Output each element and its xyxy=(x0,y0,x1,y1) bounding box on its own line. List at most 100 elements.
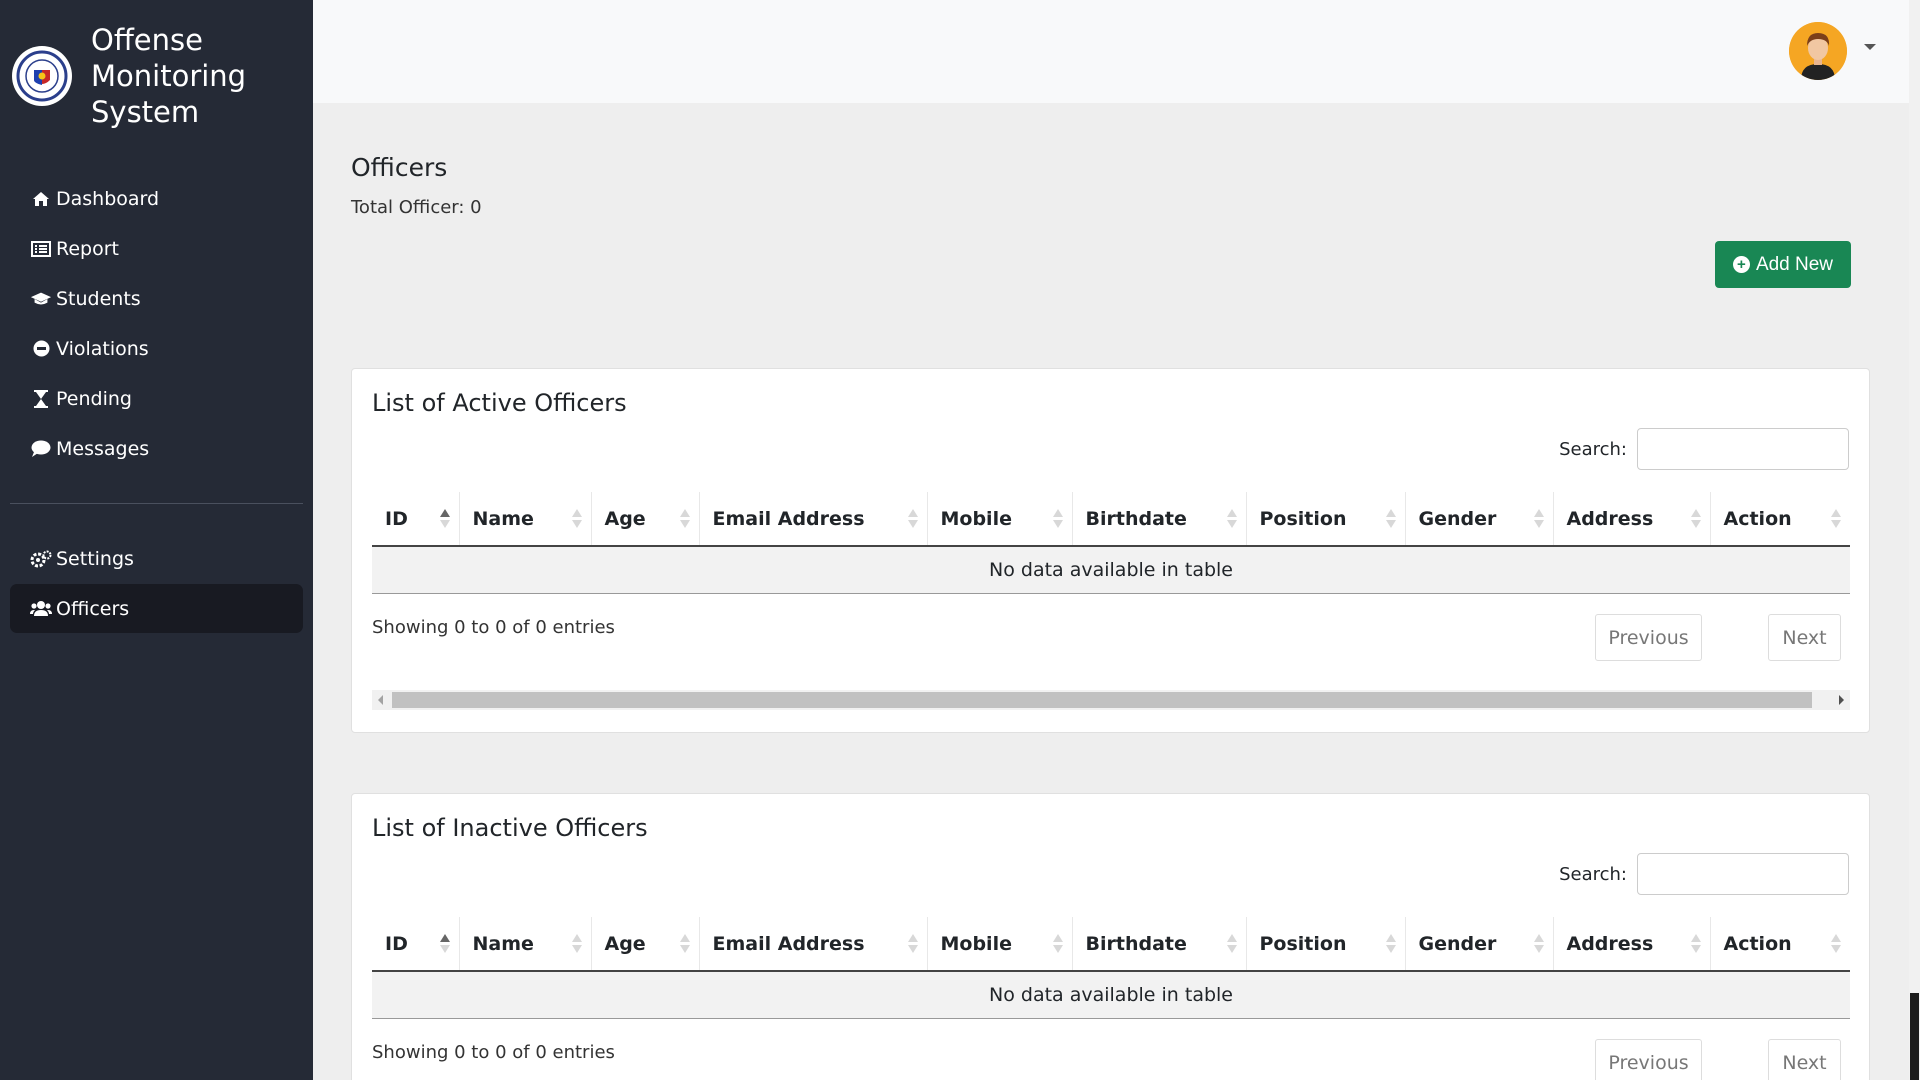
column-header-gender[interactable]: Gender xyxy=(1405,492,1554,547)
column-label: Address xyxy=(1566,932,1654,955)
table-row: No data available in table xyxy=(372,971,1850,1019)
column-label: Email Address xyxy=(712,932,865,955)
sidebar-item-label: Violations xyxy=(56,337,149,360)
column-label: Birthdate xyxy=(1085,507,1187,530)
sort-icon xyxy=(1385,509,1396,529)
sidebar-item-officers[interactable]: Officers xyxy=(10,584,303,633)
sort-icon xyxy=(679,934,690,954)
column-header-email[interactable]: Email Address xyxy=(699,492,928,547)
sidebar-item-messages[interactable]: Messages xyxy=(10,424,303,473)
sort-icon xyxy=(1052,934,1063,954)
column-header-email[interactable]: Email Address xyxy=(699,917,928,972)
active-search-input[interactable] xyxy=(1637,428,1849,470)
sidebar-item-label: Students xyxy=(56,287,141,310)
user-avatar-icon[interactable] xyxy=(1789,22,1847,80)
home-icon xyxy=(30,191,52,207)
app-title-line2: Monitoring xyxy=(91,59,247,93)
sort-icon xyxy=(439,934,450,954)
scroll-right-arrow-icon[interactable] xyxy=(1839,695,1844,705)
search-label: Search: xyxy=(1559,439,1627,460)
active-officers-table: ID Name Age Email Address Mobile Birthda… xyxy=(372,492,1850,594)
column-label: Action xyxy=(1723,932,1792,955)
sort-icon xyxy=(1690,509,1701,529)
previous-page-button[interactable]: Previous xyxy=(1595,1039,1702,1080)
scroll-left-arrow-icon[interactable] xyxy=(378,695,383,705)
column-label: ID xyxy=(385,507,408,530)
column-label: Gender xyxy=(1418,507,1497,530)
sort-icon xyxy=(1533,509,1544,529)
page-scrollbar-thumb[interactable] xyxy=(1910,993,1919,1080)
table-row: No data available in table xyxy=(372,546,1850,594)
add-new-label: Add New xyxy=(1755,253,1834,275)
column-header-action[interactable]: Action xyxy=(1710,492,1850,547)
sort-icon xyxy=(1385,934,1396,954)
column-header-birthdate[interactable]: Birthdate xyxy=(1072,492,1247,547)
users-icon xyxy=(30,600,52,617)
sort-icon xyxy=(571,509,582,529)
column-label: Position xyxy=(1259,507,1347,530)
table-info: Showing 0 to 0 of 0 entries xyxy=(372,617,615,638)
column-header-address[interactable]: Address xyxy=(1553,917,1711,972)
column-header-action[interactable]: Action xyxy=(1710,917,1850,972)
page-title: Officers xyxy=(351,153,448,182)
empty-table-message: No data available in table xyxy=(372,971,1850,1019)
column-header-id[interactable]: ID xyxy=(372,917,460,972)
column-header-position[interactable]: Position xyxy=(1246,492,1406,547)
cogs-icon xyxy=(30,550,52,568)
sort-icon xyxy=(1831,934,1841,954)
inactive-search-input[interactable] xyxy=(1637,853,1849,895)
sidebar-item-dashboard[interactable]: Dashboard xyxy=(10,174,303,223)
column-label: Name xyxy=(472,932,534,955)
column-header-address[interactable]: Address xyxy=(1553,492,1711,547)
next-page-button[interactable]: Next xyxy=(1768,614,1841,661)
column-header-name[interactable]: Name xyxy=(459,492,592,547)
column-label: Position xyxy=(1259,932,1347,955)
sidebar-item-report[interactable]: Report xyxy=(10,224,303,273)
table-horizontal-scrollbar[interactable] xyxy=(372,690,1850,710)
sidebar-item-label: Officers xyxy=(56,597,130,620)
add-new-button[interactable]: + Add New xyxy=(1715,241,1851,288)
scrollbar-thumb[interactable] xyxy=(392,692,1812,708)
main-content: Officers Total Officer: 0 + Add New List… xyxy=(313,103,1909,1080)
table-header-row: ID Name Age Email Address Mobile Birthda… xyxy=(372,917,1850,972)
sort-icon xyxy=(679,509,690,529)
sort-icon xyxy=(1533,934,1544,954)
column-header-age[interactable]: Age xyxy=(591,492,700,547)
sidebar-item-label: Settings xyxy=(56,547,134,570)
inactive-officers-title: List of Inactive Officers xyxy=(372,814,648,842)
search-label: Search: xyxy=(1559,864,1627,885)
sidebar-item-violations[interactable]: Violations xyxy=(10,324,303,373)
column-label: ID xyxy=(385,932,408,955)
previous-page-button[interactable]: Previous xyxy=(1595,614,1702,661)
brand[interactable]: Offense Monitoring System xyxy=(0,0,313,130)
column-header-birthdate[interactable]: Birthdate xyxy=(1072,917,1247,972)
column-header-name[interactable]: Name xyxy=(459,917,592,972)
sidebar-nav: Dashboard Report Students Violations Pen… xyxy=(0,174,313,633)
minus-circle-icon xyxy=(30,340,52,357)
sidebar-item-students[interactable]: Students xyxy=(10,274,303,323)
column-label: Mobile xyxy=(940,507,1012,530)
top-header xyxy=(313,0,1909,103)
user-menu-caret-icon[interactable] xyxy=(1864,44,1876,50)
page-scrollbar[interactable] xyxy=(1909,0,1920,1080)
column-header-position[interactable]: Position xyxy=(1246,917,1406,972)
column-header-age[interactable]: Age xyxy=(591,917,700,972)
column-header-gender[interactable]: Gender xyxy=(1405,917,1554,972)
sidebar-item-label: Messages xyxy=(56,437,150,460)
column-label: Mobile xyxy=(940,932,1012,955)
column-header-mobile[interactable]: Mobile xyxy=(927,917,1073,972)
table-header-row: ID Name Age Email Address Mobile Birthda… xyxy=(372,492,1850,547)
sort-icon xyxy=(1831,509,1841,529)
comment-icon xyxy=(30,440,52,457)
sidebar-item-label: Dashboard xyxy=(56,187,160,210)
sort-icon xyxy=(1226,934,1237,954)
column-label: Age xyxy=(604,507,646,530)
sidebar: Offense Monitoring System Dashboard Repo… xyxy=(0,0,313,1080)
next-page-button[interactable]: Next xyxy=(1768,1039,1841,1080)
plus-circle-icon: + xyxy=(1732,256,1750,273)
column-header-id[interactable]: ID xyxy=(372,492,460,547)
sidebar-item-settings[interactable]: Settings xyxy=(10,534,303,583)
column-header-mobile[interactable]: Mobile xyxy=(927,492,1073,547)
column-label: Address xyxy=(1566,507,1654,530)
sidebar-item-pending[interactable]: Pending xyxy=(10,374,303,423)
